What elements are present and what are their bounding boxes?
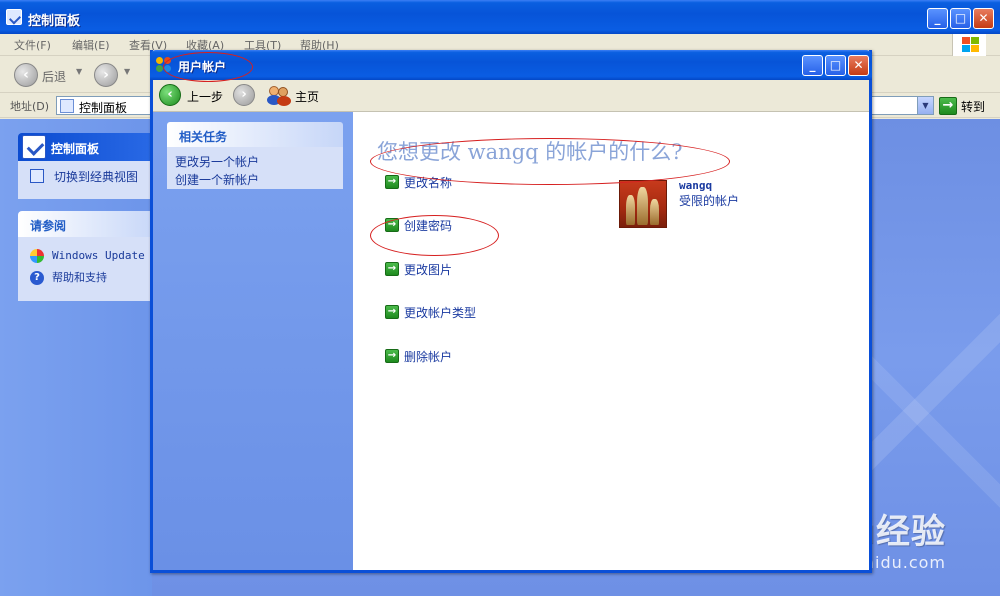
control-panel-icon	[6, 9, 22, 25]
dialog-maximize-button[interactable]: □	[825, 55, 846, 76]
see-also-title: 请参阅	[18, 211, 158, 237]
change-account-type-label: 更改帐户类型	[404, 306, 477, 320]
forward-arrow-icon[interactable]: ›	[233, 84, 255, 106]
back-button-label[interactable]: 后退	[42, 68, 66, 85]
address-dropdown-icon[interactable]: ▼	[917, 97, 933, 114]
account-type: 受限的帐户	[679, 194, 740, 208]
back-dropdown-icon[interactable]: ▼	[76, 67, 82, 76]
dialog-title: 用户帐户	[178, 60, 227, 74]
arrow-right-icon: →	[385, 349, 399, 363]
control-panel-check-icon	[22, 135, 46, 159]
go-button[interactable]: → 转到	[939, 96, 997, 115]
dialog-toolbar: ‹ 上一步 › 主页	[153, 80, 869, 112]
windows-update-icon	[30, 249, 44, 263]
go-label: 转到	[961, 100, 986, 114]
arrow-right-icon: →	[385, 218, 399, 232]
home-button[interactable]: 主页	[295, 88, 319, 105]
related-tasks-title: 相关任务	[167, 122, 343, 147]
windows-update-label: Windows Update	[52, 249, 145, 262]
forward-arrow-icon[interactable]: ›	[94, 63, 118, 87]
control-panel-box-header: 控制面板	[18, 133, 158, 161]
change-picture-label: 更改图片	[404, 263, 453, 277]
see-also-body: Windows Update ? 帮助和支持	[18, 237, 158, 301]
address-value: 控制面板	[79, 101, 128, 115]
control-panel-box: 控制面板 切换到经典视图	[18, 133, 158, 199]
switch-classic-view-link[interactable]: 切换到经典视图	[54, 168, 138, 185]
help-support-label: 帮助和支持	[52, 271, 107, 284]
help-icon: ?	[30, 271, 44, 285]
menu-file[interactable]: 文件(F)	[14, 37, 51, 53]
arrow-right-icon: →	[385, 175, 399, 189]
dialog-main-pane: 您想更改 wangq 的帐户的什么? → 更改名称 → 创建密码 → 更改图片 …	[353, 112, 869, 570]
dialog-close-button[interactable]: ✕	[848, 55, 869, 76]
page-title: 您想更改 wangq 的帐户的什么?	[377, 140, 683, 164]
go-arrow-icon: →	[939, 97, 957, 115]
arrow-right-icon: →	[385, 262, 399, 276]
arrow-right-icon: →	[385, 305, 399, 319]
back-arrow-icon[interactable]: ‹	[159, 84, 181, 106]
back-step-button[interactable]: 上一步	[187, 88, 223, 105]
user-accounts-icon	[156, 57, 172, 73]
help-support-link[interactable]: ? 帮助和支持	[30, 269, 107, 285]
user-name: wangq	[679, 179, 713, 192]
delete-account-label: 删除帐户	[404, 350, 453, 364]
back-arrow-icon[interactable]: ‹	[14, 63, 38, 87]
control-panel-box-title: 控制面板	[51, 142, 100, 156]
classic-view-icon	[30, 169, 44, 183]
address-folder-icon	[60, 99, 74, 113]
outer-close-button[interactable]: ✕	[973, 8, 994, 29]
windows-logo-icon	[952, 34, 986, 56]
dialog-body: 相关任务 更改另一个帐户 创建一个新帐户 您想更改 wangq 的帐户的什么? …	[153, 112, 869, 570]
related-tasks-body: 更改另一个帐户 创建一个新帐户	[167, 147, 343, 189]
outer-window-title: 控制面板	[28, 14, 81, 29]
create-password-label: 创建密码	[404, 219, 453, 233]
dialog-title-bar[interactable]: 用户帐户 _ □ ✕	[150, 50, 872, 80]
home-users-icon[interactable]	[267, 84, 291, 106]
change-name-label: 更改名称	[404, 176, 453, 190]
user-accounts-window: 用户帐户 _ □ ✕ ‹ 上一步 › 主页 相关任务 更改另一个帐户 创建一个新…	[150, 50, 872, 573]
dialog-minimize-button[interactable]: _	[802, 55, 823, 76]
dialog-task-pane: 相关任务 更改另一个帐户 创建一个新帐户	[153, 112, 353, 570]
related-tasks-box: 相关任务 更改另一个帐户 创建一个新帐户	[167, 122, 343, 189]
outer-minimize-button[interactable]: _	[927, 8, 948, 29]
outer-maximize-button[interactable]: □	[950, 8, 971, 29]
control-panel-box-body: 切换到经典视图	[18, 161, 158, 199]
change-another-account-link[interactable]: 更改另一个帐户	[175, 153, 259, 170]
user-avatar	[619, 180, 667, 228]
see-also-box: 请参阅 Windows Update ? 帮助和支持	[18, 211, 158, 301]
address-label: 地址(D)	[10, 100, 50, 113]
menu-edit[interactable]: 编辑(E)	[72, 37, 110, 53]
outer-title-bar[interactable]: 控制面板 _ □ ✕	[0, 0, 1000, 34]
outer-task-pane: 控制面板 切换到经典视图 请参阅 Windows Update ? 帮助和支持	[0, 119, 158, 596]
forward-dropdown-icon[interactable]: ▼	[124, 67, 130, 76]
windows-update-link[interactable]: Windows Update	[30, 249, 145, 263]
create-new-account-link[interactable]: 创建一个新帐户	[175, 171, 259, 188]
